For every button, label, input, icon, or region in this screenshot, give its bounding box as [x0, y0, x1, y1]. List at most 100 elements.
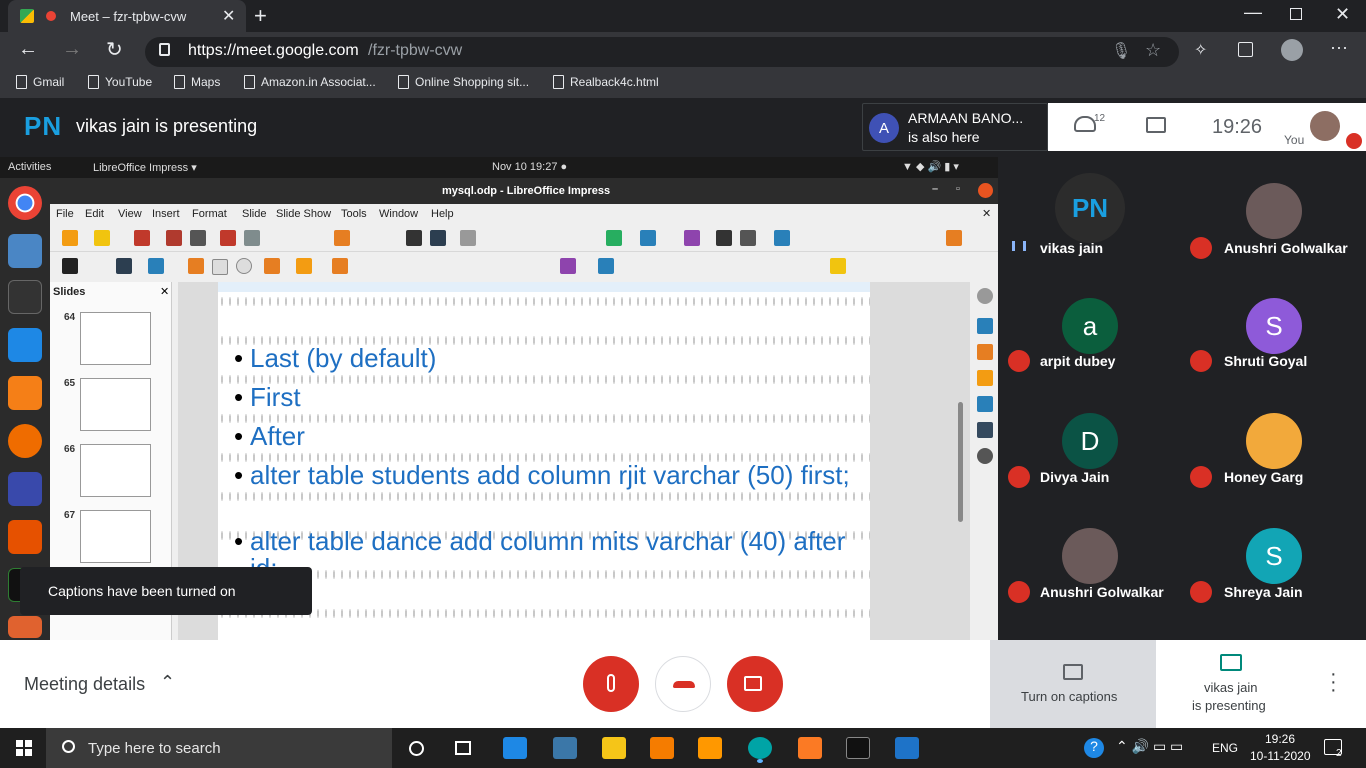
participant-tile[interactable]: a arpit dubey — [998, 270, 1182, 385]
slides-pane-close[interactable]: ✕ — [160, 285, 169, 298]
save-icon[interactable] — [134, 230, 150, 246]
print-icon[interactable] — [190, 230, 206, 246]
fill-color-icon[interactable] — [148, 258, 164, 274]
bookmark-maps[interactable]: Maps — [174, 75, 220, 89]
slide-thumbnail[interactable] — [80, 312, 151, 365]
menu-insert[interactable]: Insert — [152, 208, 180, 220]
chart-icon[interactable] — [684, 230, 700, 246]
present-icon[interactable] — [1220, 654, 1242, 671]
taskbar-date[interactable]: 10-11-2020 — [1250, 749, 1311, 763]
slide-layout-icon[interactable] — [946, 230, 962, 246]
back-icon[interactable]: ← — [18, 38, 38, 61]
new-icon[interactable] — [62, 230, 78, 246]
camera-toggle-button[interactable] — [727, 656, 783, 712]
special-char-icon[interactable] — [740, 230, 756, 246]
image-icon[interactable] — [640, 230, 656, 246]
menu-tools[interactable]: Tools — [341, 208, 367, 220]
styles-icon[interactable] — [977, 396, 993, 412]
impress-close[interactable] — [978, 183, 993, 198]
participant-tile[interactable]: Anushri Golwalkar — [1182, 155, 1366, 270]
bookmark-gmail[interactable]: Gmail — [16, 75, 64, 89]
file-taskbar-icon[interactable] — [602, 737, 626, 759]
curve-icon[interactable] — [296, 258, 312, 274]
sublime-taskbar-icon[interactable] — [698, 737, 722, 759]
more-menu-icon[interactable]: ··· — [1330, 37, 1348, 58]
impress-minimize[interactable]: – — [932, 183, 938, 195]
bookmark-youtube[interactable]: YouTube — [88, 75, 152, 89]
people-icon[interactable] — [1074, 116, 1096, 132]
chevron-up-icon[interactable]: ⌃ — [160, 672, 175, 693]
participant-tile[interactable]: Anushri Golwalkar — [998, 500, 1182, 615]
activities-label[interactable]: Activities — [8, 161, 51, 173]
cut-icon[interactable] — [220, 230, 236, 246]
windows-start-icon[interactable] — [16, 740, 32, 756]
menu-format[interactable]: Format — [192, 208, 227, 220]
navigator-icon[interactable] — [977, 448, 993, 464]
cortana-icon[interactable] — [409, 741, 424, 756]
collections-icon[interactable] — [1238, 42, 1253, 57]
screenshot-icon[interactable] — [8, 472, 42, 506]
minimize-button[interactable]: — — [1244, 2, 1262, 23]
properties-icon[interactable] — [977, 288, 993, 304]
impress-maximize[interactable]: ▫ — [956, 183, 960, 195]
cmd-taskbar-icon[interactable] — [846, 737, 870, 759]
help-icon[interactable]: ? — [1084, 738, 1104, 758]
software-icon[interactable] — [8, 520, 42, 554]
tray-icons[interactable]: ⌃ 🔊 ▭ ▭ — [1116, 738, 1183, 755]
menu-help[interactable]: Help — [431, 208, 454, 220]
new-tab-button[interactable]: + — [254, 3, 267, 29]
captions-panel[interactable]: Turn on captions — [990, 640, 1156, 728]
task-view-icon[interactable] — [455, 741, 471, 755]
participant-tile[interactable]: D Divya Jain — [998, 385, 1182, 500]
fontwork-icon[interactable] — [774, 230, 790, 246]
meeting-details-button[interactable]: Meeting details — [24, 674, 145, 695]
more-options-icon[interactable]: · · · — [1330, 664, 1337, 700]
profile-avatar[interactable] — [1281, 39, 1303, 61]
chrome-icon[interactable] — [8, 186, 42, 220]
participant-tile[interactable]: S Shruti Goyal — [1182, 270, 1366, 385]
taskbar-time[interactable]: 19:26 — [1265, 732, 1295, 746]
vscode-taskbar-icon[interactable] — [503, 737, 527, 759]
pdf-icon[interactable] — [166, 230, 182, 246]
bookmark-online-shopping[interactable]: Online Shopping sit... — [398, 75, 529, 89]
taskbar-search[interactable]: Type here to search — [46, 728, 392, 768]
close-window-button[interactable]: ✕ — [1335, 4, 1350, 25]
select-icon[interactable] — [62, 258, 78, 274]
star-icon[interactable]: ☆ — [1145, 40, 1161, 61]
textbox-icon[interactable] — [716, 230, 732, 246]
impress-icon[interactable] — [8, 616, 42, 638]
edge-taskbar-icon[interactable] — [748, 737, 772, 759]
forward-icon[interactable]: → — [62, 38, 82, 61]
extensions-icon[interactable]: ✧ — [1194, 40, 1207, 60]
postman-icon[interactable] — [8, 424, 42, 458]
photos-taskbar-icon[interactable] — [895, 737, 919, 759]
menu-slideshow[interactable]: Slide Show — [276, 208, 331, 220]
copy-icon[interactable] — [244, 230, 260, 246]
participant-tile[interactable]: S Shreya Jain — [1182, 500, 1366, 615]
current-slide[interactable]: • Last (by default) • First • After • alter … — [218, 282, 870, 640]
open-icon[interactable] — [94, 230, 110, 246]
reload-icon[interactable]: ↻ — [106, 37, 123, 62]
menu-window[interactable]: Window — [379, 208, 418, 220]
gallery-icon[interactable] — [977, 422, 993, 438]
omnibox[interactable]: https://meet.google.com /fzr-tpbw-cvw 🎙 … — [145, 37, 1179, 67]
rectangle-icon[interactable] — [212, 259, 228, 275]
system-tray-icons[interactable]: ▼ ◆ 🔊 ▮ ▾ — [902, 160, 959, 173]
python-taskbar-icon[interactable] — [553, 737, 577, 759]
slide-thumbnail[interactable] — [80, 444, 151, 497]
animation-icon[interactable] — [977, 344, 993, 360]
grid-icon[interactable] — [460, 230, 476, 246]
files-icon[interactable] — [8, 234, 42, 268]
bookmark-amazon[interactable]: Amazon.in Associat... — [244, 75, 376, 89]
leave-call-button[interactable] — [655, 656, 711, 712]
highlight-icon[interactable] — [830, 258, 846, 274]
slide-transition-icon[interactable] — [977, 318, 993, 334]
undo-icon[interactable] — [334, 230, 350, 246]
menu-file[interactable]: File — [56, 208, 74, 220]
table-icon[interactable] — [606, 230, 622, 246]
spellcheck-icon[interactable] — [430, 230, 446, 246]
terminal-icon[interactable] — [8, 280, 42, 314]
app-taskbar-icon[interactable] — [650, 737, 674, 759]
ellipse-icon[interactable] — [236, 258, 252, 274]
menu-edit[interactable]: Edit — [85, 208, 104, 220]
